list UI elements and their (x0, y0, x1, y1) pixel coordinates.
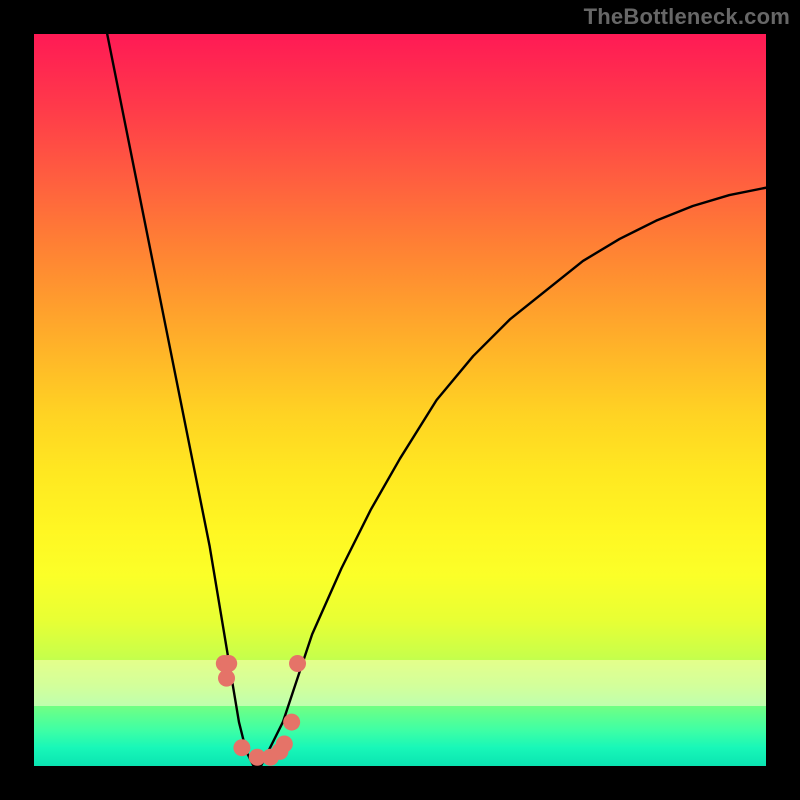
highlight-dot (233, 739, 250, 756)
main-curve (107, 34, 766, 766)
highlight-dot (220, 655, 237, 672)
highlight-dot (276, 736, 293, 753)
curve-layer (107, 34, 766, 766)
highlight-dot (289, 655, 306, 672)
chart-svg (34, 34, 766, 766)
plot-area (34, 34, 766, 766)
highlight-dot (283, 714, 300, 731)
highlight-dot (218, 670, 235, 687)
marker-layer (216, 655, 306, 766)
chart-container: TheBottleneck.com (0, 0, 800, 800)
watermark-text: TheBottleneck.com (584, 4, 790, 30)
